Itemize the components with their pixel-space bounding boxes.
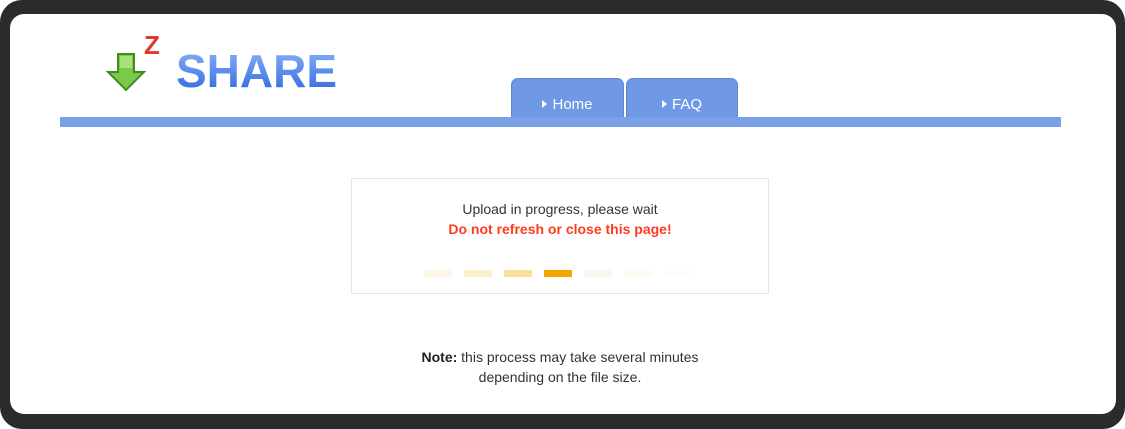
triangle-right-icon [542, 100, 548, 108]
loader-segment [424, 270, 452, 277]
logo-superscript: Z [144, 30, 160, 60]
loader-segment [584, 270, 612, 277]
triangle-right-icon [661, 100, 667, 108]
loader-segment [544, 270, 572, 277]
loader-segment [504, 270, 532, 277]
upload-progress-box: Upload in progress, please wait Do not r… [351, 178, 769, 294]
note-line1: this process may take several minutes [457, 349, 699, 365]
tab-home-label: Home [552, 96, 593, 113]
tab-faq-label: FAQ [671, 96, 702, 113]
note-label: Note: [421, 349, 458, 365]
upload-status-text: Upload in progress, please wait [462, 201, 658, 217]
page-panel: Z SHARE Home FAQ Upload in progress, ple… [10, 14, 1116, 414]
loader-segment [624, 270, 652, 277]
window-frame: Z SHARE Home FAQ Upload in progress, ple… [0, 0, 1125, 429]
logo-text: SHARE [176, 45, 338, 97]
loader-segment [464, 270, 492, 277]
download-arrow-icon [106, 53, 146, 92]
loader-segment [664, 270, 692, 277]
note-text: Note: this process may take several minu… [340, 347, 780, 387]
upload-warning-text: Do not refresh or close this page! [448, 221, 672, 237]
nav-bar [60, 117, 1061, 127]
note-line2: depending on the file size. [478, 369, 642, 385]
zshare-logo[interactable]: Z SHARE [106, 30, 366, 110]
